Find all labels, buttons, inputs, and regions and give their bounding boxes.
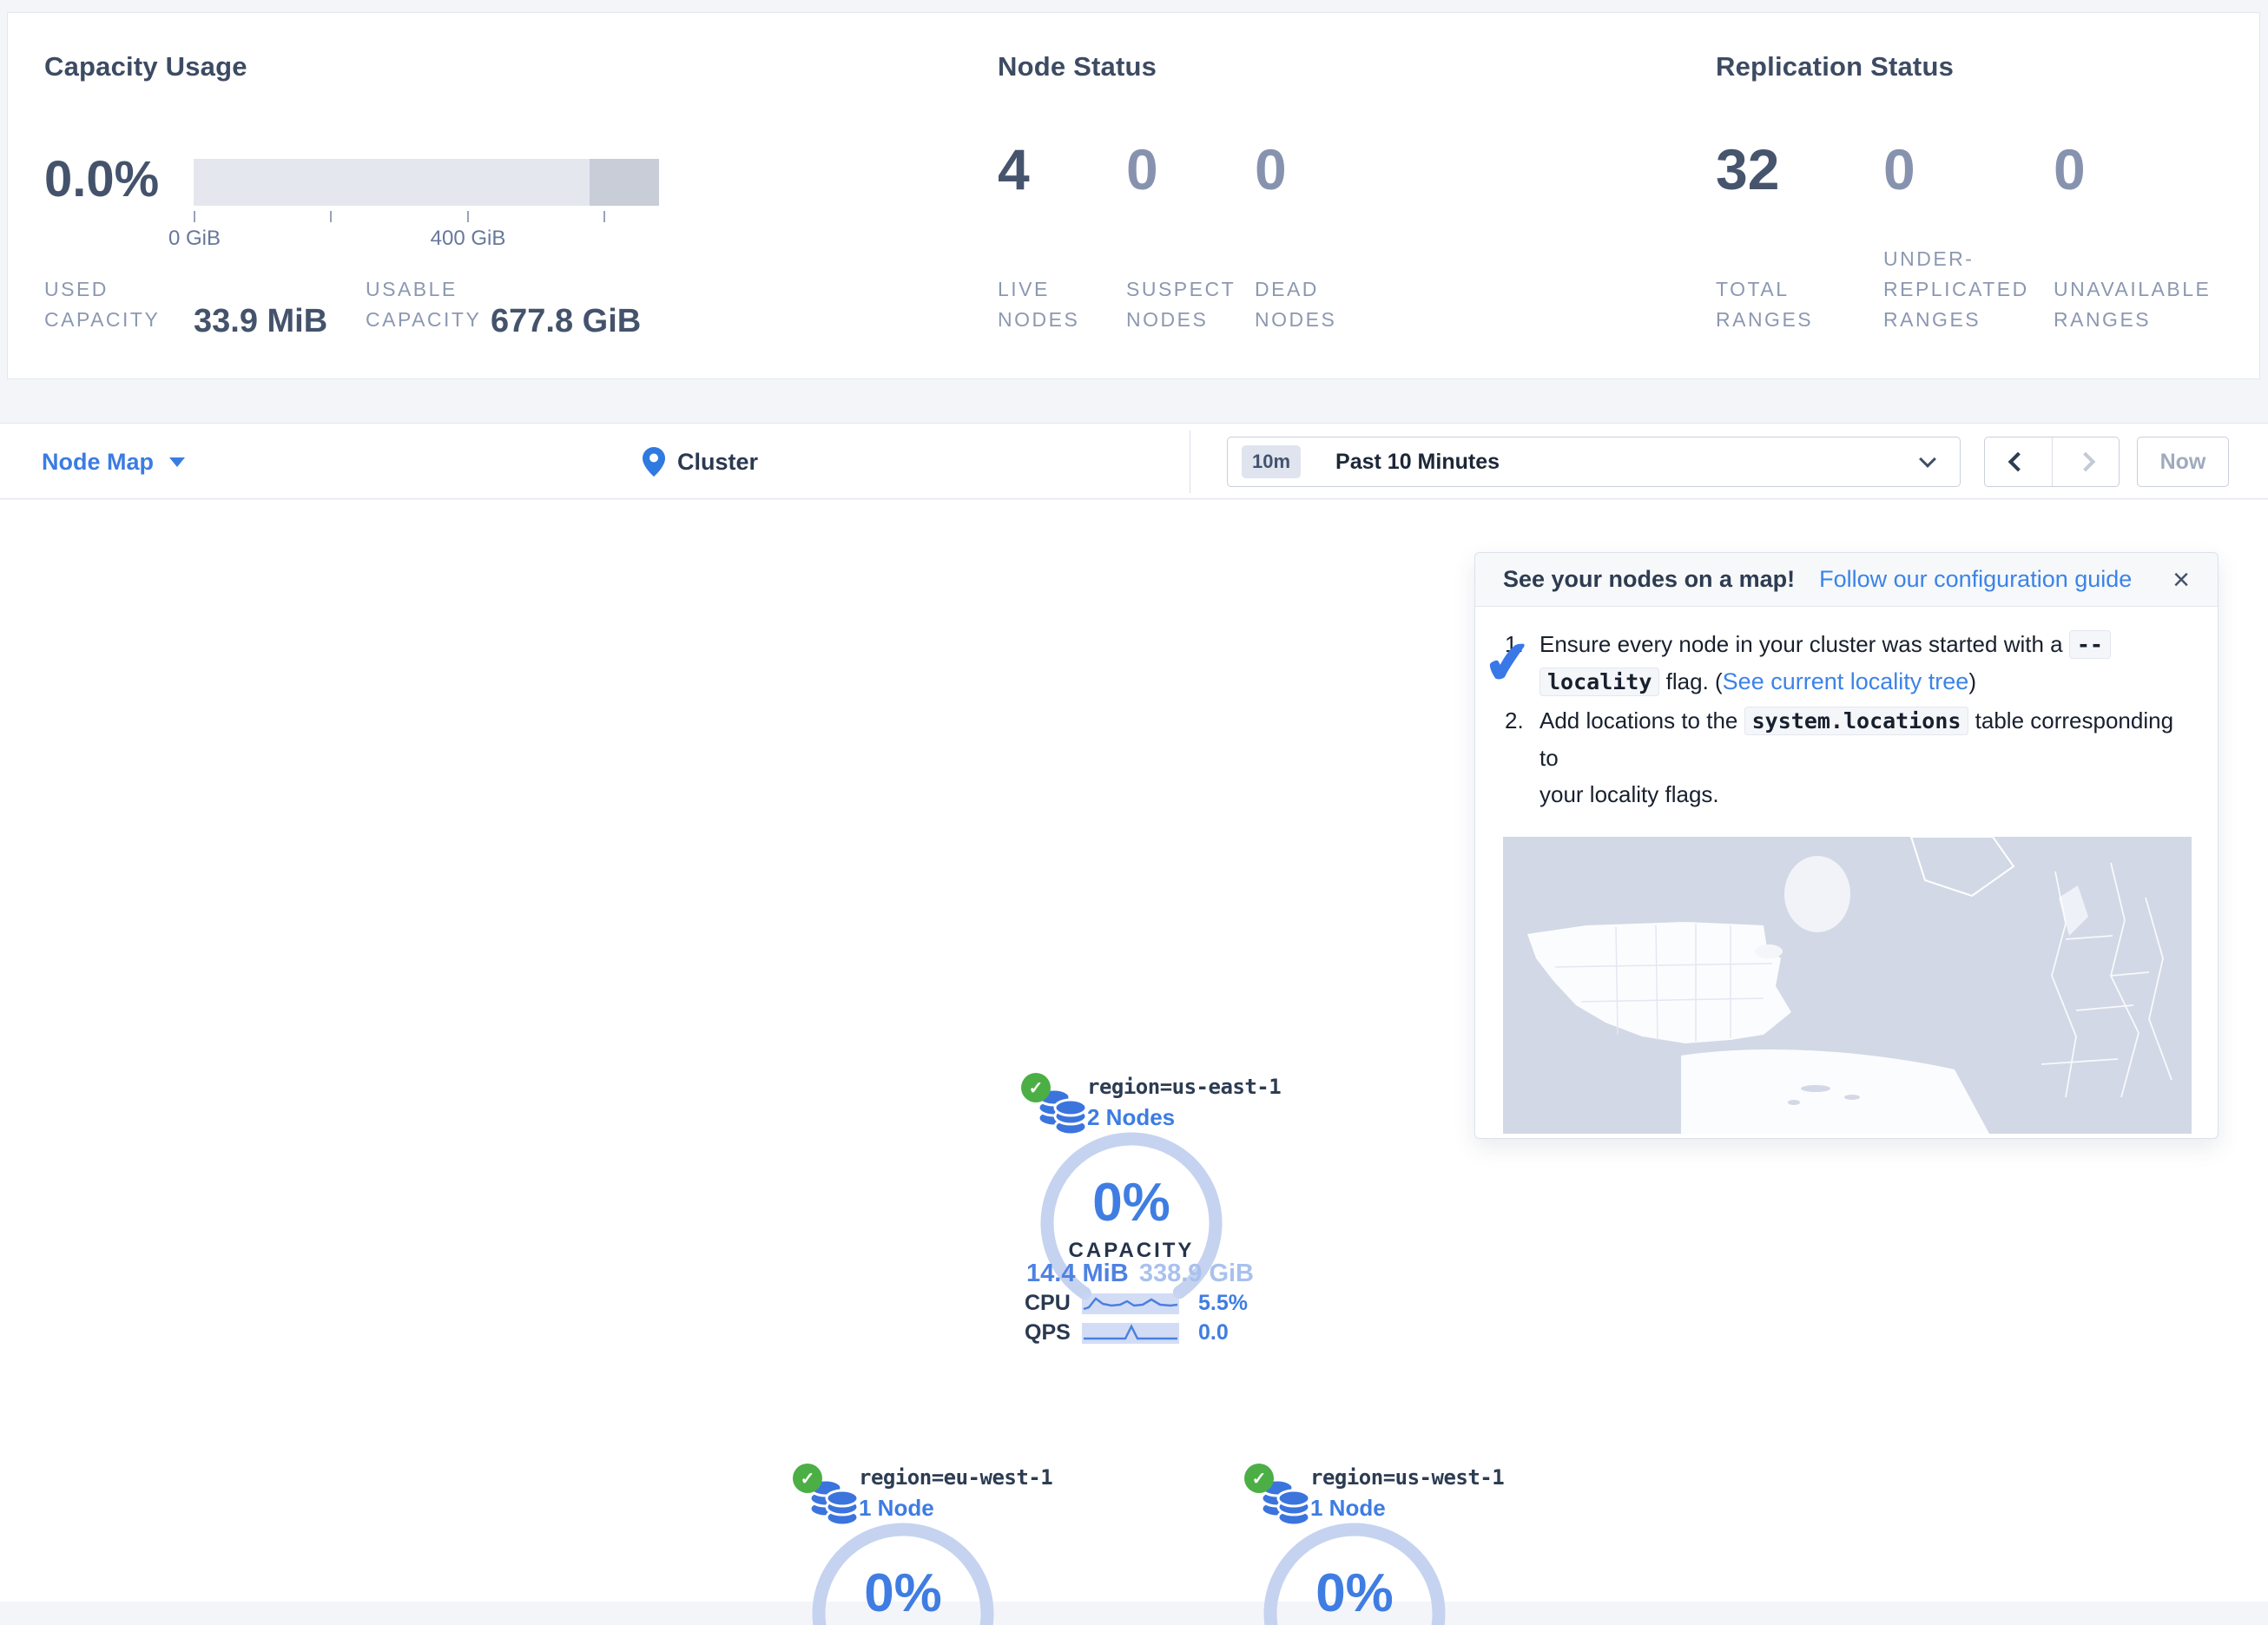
popup-header: See your nodes on a map! Follow our conf… (1475, 553, 2218, 607)
dead-nodes-label: DEADNODES (1255, 274, 1336, 335)
capacity-gauge: 0% CAPACITY (808, 1518, 999, 1625)
capacity-bar (194, 159, 659, 206)
under-replicated-count: 0 (1883, 136, 1915, 202)
time-range-label: Past 10 Minutes (1335, 450, 1500, 475)
breadcrumb[interactable]: Cluster (643, 424, 758, 500)
close-icon[interactable]: × (2172, 565, 2190, 595)
capacity-usage-title: Capacity Usage (44, 51, 247, 82)
view-selector-dropdown[interactable]: Node Map (42, 424, 185, 500)
cpu-sparkline (1082, 1293, 1179, 1314)
popup-steps: 1. Ensure every node in your cluster was… (1505, 626, 2192, 814)
time-range-select[interactable]: 10m Past 10 Minutes (1227, 437, 1961, 487)
time-prev-button[interactable] (1985, 438, 2052, 486)
unavailable-count: 0 (2054, 136, 2086, 202)
system-locations-code: system.locations (1744, 707, 1969, 735)
capacity-gauge: 0% CAPACITY (1259, 1518, 1450, 1625)
region-name: region=eu-west-1 (859, 1465, 1052, 1490)
locality-tree-link[interactable]: See current locality tree (1723, 668, 1969, 694)
now-button[interactable]: Now (2137, 437, 2229, 487)
healthy-check-icon: ✓ (1021, 1073, 1051, 1102)
total-ranges-label: TOTALRANGES (1716, 274, 1813, 335)
healthy-check-icon: ✓ (793, 1464, 822, 1493)
axis-tick (603, 211, 605, 222)
usable-capacity-value: 677.8 GiB (491, 303, 641, 340)
chevron-left-icon (2008, 452, 2028, 472)
time-range-badge: 10m (1242, 445, 1301, 478)
step-done-check-icon: ✔ (1480, 627, 1535, 698)
qps-sparkline (1082, 1323, 1179, 1344)
location-pin-icon (643, 447, 665, 477)
region-name: region=us-west-1 (1310, 1465, 1504, 1490)
region-group-eu-west-1[interactable]: ✓ region=eu-west-1 1 Node 0% CAPACITY 9.… (753, 1464, 1065, 1625)
capacity-gauge: 0% CAPACITY (1036, 1128, 1227, 1319)
dead-nodes-count: 0 (1255, 136, 1287, 202)
node-map-page: Capacity Usage 0.0% 0 GiB 400 GiB USEDCA… (0, 0, 2268, 1625)
axis-tick (330, 211, 332, 222)
popup-title: See your nodes on a map! (1503, 566, 1795, 593)
suspect-nodes-count: 0 (1126, 136, 1158, 202)
cpu-label: CPU (1025, 1291, 1082, 1316)
live-nodes-count: 4 (998, 136, 1030, 202)
axis-tick-label: 400 GiB (431, 227, 506, 251)
region-group-us-west-1[interactable]: ✓ region=us-west-1 1 Node 0% CAPACITY 9.… (1204, 1464, 1517, 1625)
chevron-right-icon (2075, 452, 2095, 472)
live-nodes-label: LIVENODES (998, 274, 1079, 335)
time-pager (1984, 437, 2120, 487)
locality-flag-code: -- (2069, 630, 2111, 659)
view-selector-label: Node Map (42, 449, 154, 476)
node-status-title: Node Status (998, 51, 1157, 82)
gauge-percent: 0% (864, 1562, 942, 1624)
region-name: region=us-east-1 (1087, 1075, 1281, 1099)
gauge-percent: 0% (1092, 1172, 1170, 1234)
healthy-check-icon: ✓ (1244, 1464, 1274, 1493)
nodes-on-map-popup: See your nodes on a map! Follow our conf… (1474, 552, 2219, 1139)
map-toolbar: Node Map Cluster 10m Past 10 Minutes Now (0, 423, 2268, 499)
cluster-summary-card: Capacity Usage 0.0% 0 GiB 400 GiB USEDCA… (7, 12, 2260, 379)
replication-status-title: Replication Status (1716, 51, 1954, 82)
region-total-capacity: 338.9 GiB (1139, 1260, 1254, 1288)
under-replicated-label: UNDER-REPLICATEDRANGES (1883, 244, 2029, 335)
axis-tick-label: 0 GiB (168, 227, 221, 251)
axis-tick (467, 211, 469, 222)
used-capacity-label: USEDCAPACITY (44, 274, 160, 335)
suspect-nodes-label: SUSPECTNODES (1126, 274, 1236, 335)
unavailable-label: UNAVAILABLERANGES (2054, 274, 2211, 335)
time-next-button[interactable] (2052, 438, 2120, 486)
popup-step-1: 1. Ensure every node in your cluster was… (1505, 626, 2192, 701)
capacity-bar-nonusable-segment (590, 159, 659, 206)
usable-capacity-label: USABLECAPACITY (366, 274, 481, 335)
chevron-down-icon (169, 457, 185, 467)
locality-flag-code: locality (1539, 668, 1659, 696)
region-used-capacity: 14.4 MiB (1026, 1260, 1129, 1288)
qps-value: 0.0 (1198, 1320, 1229, 1345)
region-group-us-east-1[interactable]: ✓ region=us-east-1 2 Nodes 0% CAPACITY 1… (981, 1073, 1294, 1359)
qps-label: QPS (1025, 1320, 1082, 1345)
capacity-percent: 0.0% (44, 150, 159, 208)
world-map-preview (1503, 837, 2192, 1134)
total-ranges-count: 32 (1716, 136, 1779, 202)
breadcrumb-label: Cluster (677, 449, 758, 476)
popup-step-2: 2. Add locations to the system.locations… (1505, 702, 2192, 812)
chevron-down-icon (1919, 451, 1936, 468)
gauge-percent: 0% (1315, 1562, 1394, 1624)
axis-tick (194, 211, 195, 222)
cpu-value: 5.5% (1198, 1291, 1248, 1316)
used-capacity-value: 33.9 MiB (194, 303, 327, 340)
configuration-guide-link[interactable]: Follow our configuration guide (1819, 566, 2132, 593)
